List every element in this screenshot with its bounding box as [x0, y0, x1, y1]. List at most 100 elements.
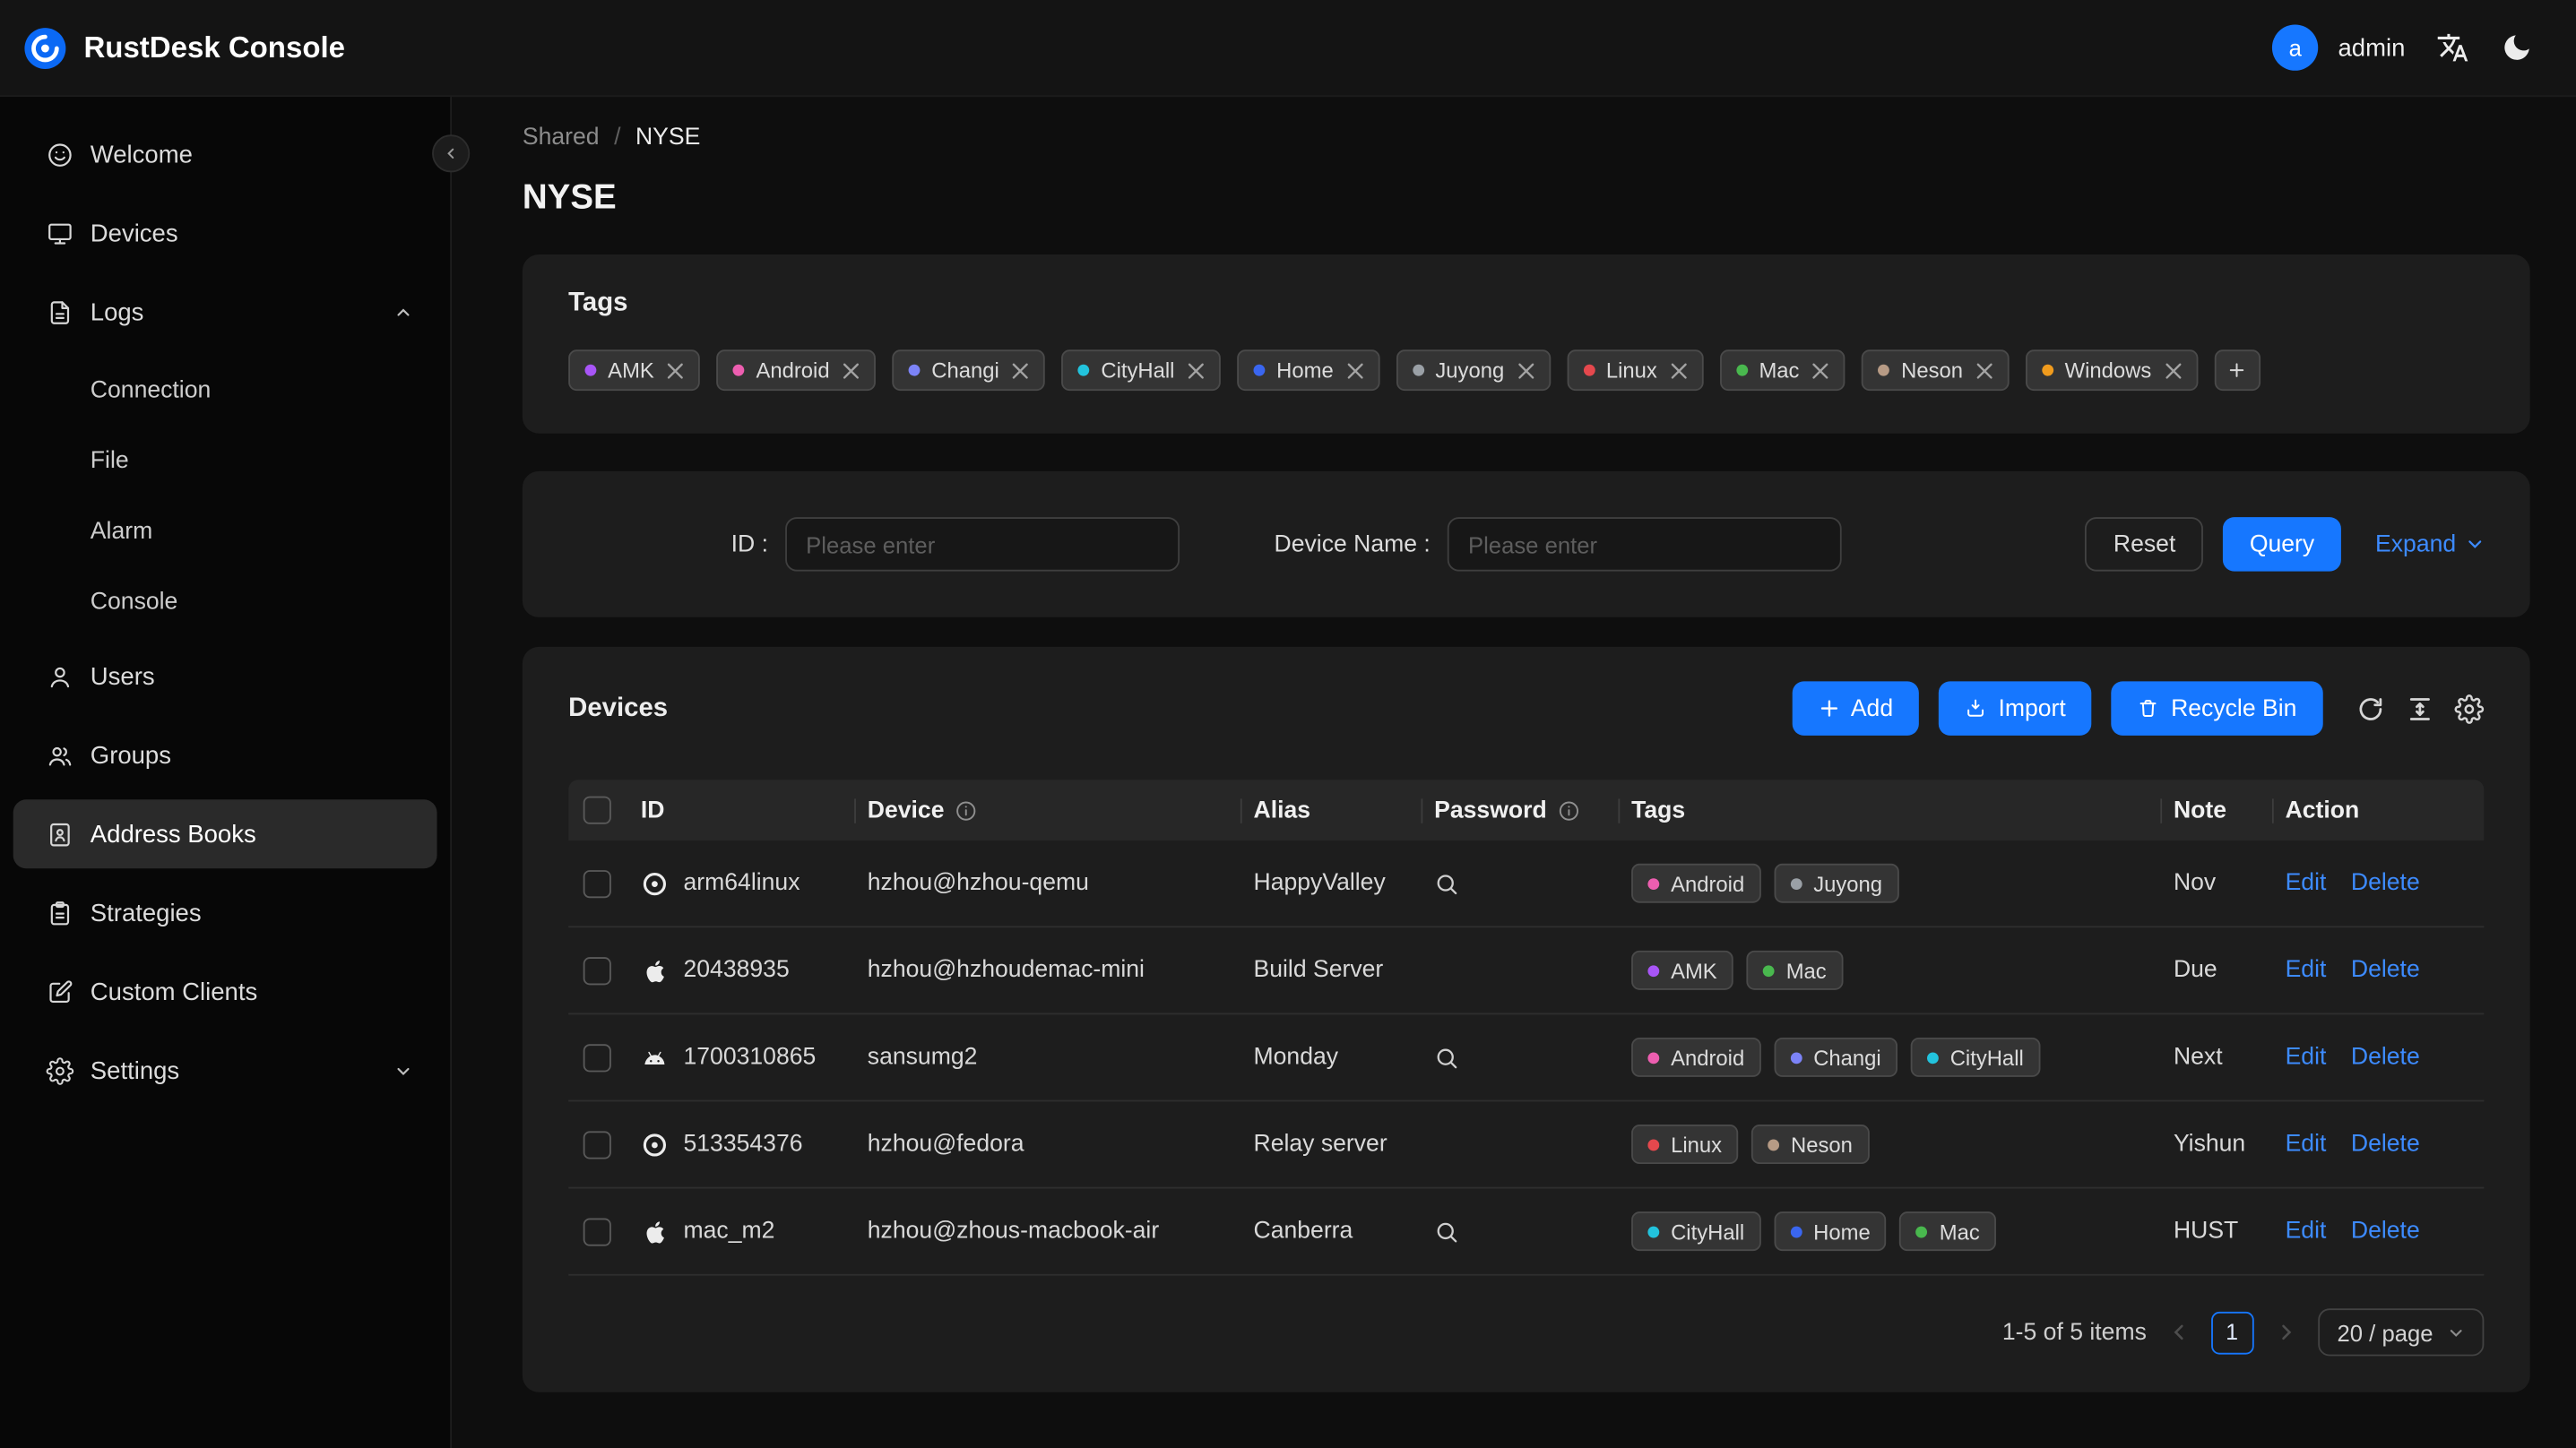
- close-icon[interactable]: [2165, 362, 2181, 378]
- sidebar-item-settings[interactable]: Settings: [13, 1036, 437, 1105]
- edit-link[interactable]: Edit: [2286, 870, 2327, 896]
- tag-color-dot: [584, 364, 597, 376]
- tag-chip: Linux: [1631, 1125, 1739, 1165]
- tag-chip[interactable]: Android: [716, 349, 876, 392]
- add-device-button[interactable]: Add: [1791, 681, 1920, 736]
- sidebar-item-groups[interactable]: Groups: [13, 720, 437, 789]
- devices-toolbar: Add Import Recycle Bin: [1791, 681, 2485, 736]
- edit-link[interactable]: Edit: [2286, 1131, 2327, 1157]
- tag-chip[interactable]: Changi: [892, 349, 1046, 392]
- translate-icon[interactable]: [2436, 31, 2469, 65]
- gear-icon[interactable]: [2454, 694, 2485, 723]
- sidebar-item-devices[interactable]: Devices: [13, 199, 437, 268]
- close-icon[interactable]: [1012, 362, 1029, 378]
- search-icon[interactable]: [1434, 1219, 1458, 1243]
- sidebar-collapse-button[interactable]: [432, 134, 471, 173]
- main-content: Shared / NYSE NYSE Tags AMK Android Chan…: [452, 97, 2576, 1448]
- row-checkbox[interactable]: [583, 956, 611, 985]
- table-row: 1700310865 sansumg2 Monday Android Chang…: [568, 1014, 2485, 1102]
- device-name-input[interactable]: [1447, 517, 1842, 572]
- query-button[interactable]: Query: [2223, 517, 2341, 572]
- row-checkbox[interactable]: [583, 869, 611, 898]
- sidebar-subitem-file[interactable]: File: [13, 427, 437, 494]
- sidebar-subitem-connection[interactable]: Connection: [13, 357, 437, 424]
- sidebar-item-custom-clients[interactable]: Custom Clients: [13, 957, 437, 1026]
- delete-link[interactable]: Delete: [2351, 870, 2420, 896]
- sidebar-item-logs[interactable]: Logs: [13, 278, 437, 347]
- column-header-tags: Tags: [1618, 797, 2160, 823]
- sidebar-item-label: Groups: [90, 741, 171, 770]
- delete-link[interactable]: Delete: [2351, 957, 2420, 983]
- tag-chip[interactable]: CityHall: [1061, 349, 1221, 392]
- close-icon[interactable]: [843, 362, 859, 378]
- refresh-icon[interactable]: [2356, 694, 2385, 723]
- delete-link[interactable]: Delete: [2351, 1131, 2420, 1157]
- column-height-icon[interactable]: [2405, 694, 2434, 723]
- device-alias: Canberra: [1253, 1218, 1353, 1245]
- expand-link[interactable]: Expand: [2375, 531, 2484, 557]
- tag-chip[interactable]: Linux: [1566, 349, 1704, 392]
- close-icon[interactable]: [1188, 362, 1204, 378]
- sidebar-item-label: Users: [90, 662, 155, 691]
- pagination: 1-5 of 5 items 1 20 / page: [568, 1308, 2485, 1357]
- user-avatar[interactable]: a: [2272, 24, 2319, 71]
- close-icon[interactable]: [1517, 362, 1534, 378]
- edit-link[interactable]: Edit: [2286, 1044, 2327, 1070]
- row-checkbox[interactable]: [583, 1217, 611, 1245]
- close-icon[interactable]: [1976, 362, 1993, 378]
- user-name[interactable]: admin: [2338, 34, 2405, 62]
- tag-chip[interactable]: AMK: [568, 349, 701, 392]
- sidebar-item-users[interactable]: Users: [13, 642, 437, 711]
- close-icon[interactable]: [667, 362, 684, 378]
- previous-page-icon[interactable]: [2168, 1322, 2190, 1343]
- import-button[interactable]: Import: [1939, 681, 2093, 736]
- row-checkbox[interactable]: [583, 1130, 611, 1159]
- delete-link[interactable]: Delete: [2351, 1044, 2420, 1070]
- breadcrumb-shared-link[interactable]: Shared: [523, 125, 600, 151]
- recycle-bin-button[interactable]: Recycle Bin: [2112, 681, 2323, 736]
- tag-label: Neson: [1791, 1132, 1853, 1157]
- tag-chip[interactable]: Mac: [1719, 349, 1846, 392]
- edit-link[interactable]: Edit: [2286, 1218, 2327, 1244]
- close-icon[interactable]: [1346, 362, 1363, 378]
- add-tag-button[interactable]: [2213, 349, 2260, 392]
- sidebar-subitem-alarm[interactable]: Alarm: [13, 497, 437, 565]
- close-icon[interactable]: [1812, 362, 1828, 378]
- search-icon[interactable]: [1434, 871, 1458, 895]
- next-page-icon[interactable]: [2275, 1322, 2296, 1343]
- tag-chip[interactable]: Home: [1237, 349, 1380, 392]
- page-size-select[interactable]: 20 / page: [2317, 1308, 2485, 1357]
- address-book-icon: [46, 820, 73, 848]
- tag-chip[interactable]: Neson: [1862, 349, 2010, 392]
- sidebar-item-welcome[interactable]: Welcome: [13, 120, 437, 189]
- close-icon[interactable]: [1670, 362, 1687, 378]
- moon-icon[interactable]: [2501, 31, 2534, 65]
- search-icon[interactable]: [1434, 1045, 1458, 1069]
- device-name: hzhou@hzhou-qemu: [867, 870, 1089, 897]
- row-checkbox[interactable]: [583, 1043, 611, 1072]
- sidebar-subitem-console[interactable]: Console: [13, 568, 437, 635]
- device-id: mac_m2: [683, 1218, 775, 1245]
- edit-link[interactable]: Edit: [2286, 957, 2327, 983]
- tag-label: Changi: [1813, 1045, 1881, 1070]
- tag-chip: Android: [1631, 863, 1761, 903]
- id-input[interactable]: [784, 517, 1180, 572]
- sidebar-item-label: Strategies: [90, 899, 202, 927]
- tag-chip: Android: [1631, 1037, 1761, 1077]
- sidebar-item-address-books[interactable]: Address Books: [13, 799, 437, 869]
- tag-chip[interactable]: Juyong: [1396, 349, 1551, 392]
- reset-button[interactable]: Reset: [2085, 517, 2204, 572]
- app-title: RustDesk Console: [83, 30, 345, 64]
- trash-icon: [2138, 698, 2159, 720]
- plus-icon: [2228, 361, 2246, 379]
- device-note: Due: [2173, 957, 2217, 984]
- select-all-checkbox[interactable]: [583, 796, 611, 824]
- page-number-button[interactable]: 1: [2210, 1311, 2254, 1354]
- header-actions: a admin: [2272, 24, 2534, 71]
- devices-card: Devices Add Import Recycle Bin ID Device…: [522, 646, 2530, 1392]
- delete-link[interactable]: Delete: [2351, 1218, 2420, 1244]
- tag-chip[interactable]: Windows: [2025, 349, 2198, 392]
- tag-chip: AMK: [1631, 950, 1734, 990]
- tag-color-dot: [1763, 964, 1775, 977]
- sidebar-item-strategies[interactable]: Strategies: [13, 878, 437, 947]
